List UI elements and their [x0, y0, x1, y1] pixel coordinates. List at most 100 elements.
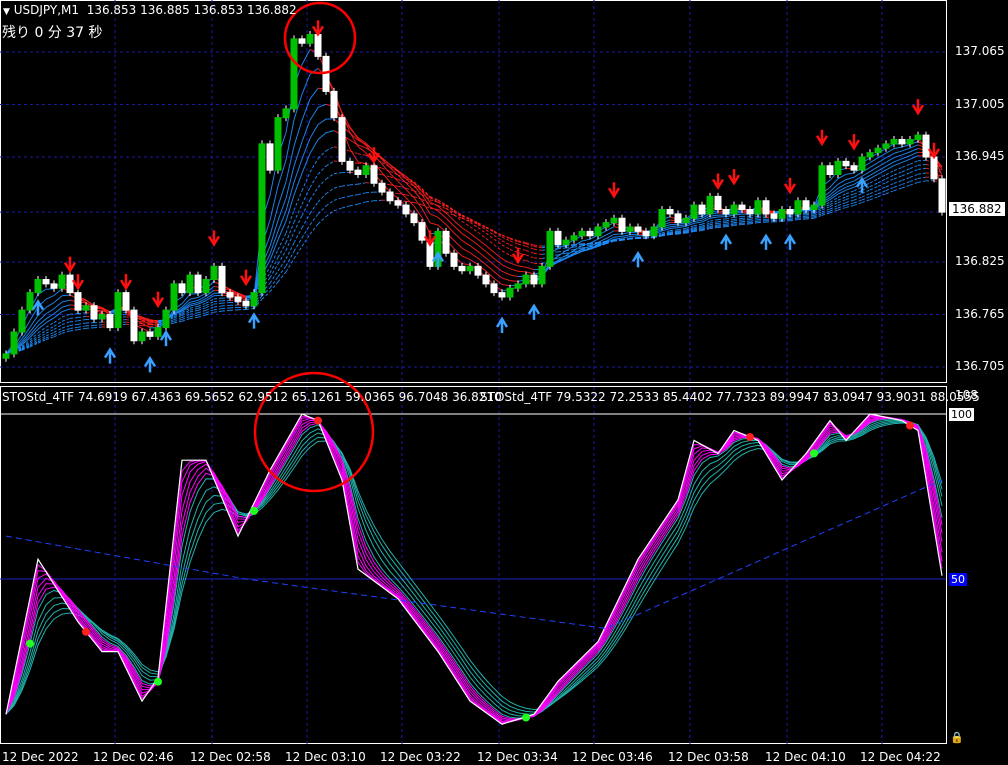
moving-average-segment — [309, 124, 319, 139]
moving-average-segment — [29, 315, 39, 328]
bullish-candle — [818, 165, 826, 206]
bullish-candle — [258, 143, 266, 294]
bullish-candle — [546, 230, 554, 267]
bearish-candle — [826, 165, 834, 175]
moving-average-segment — [333, 185, 343, 189]
moving-average-segment — [61, 330, 71, 334]
moving-average-segment — [461, 233, 471, 240]
moving-average-segment — [293, 204, 303, 223]
bullish-candle — [18, 309, 26, 333]
moving-average-segment — [717, 218, 727, 221]
moving-average-segment — [37, 335, 47, 341]
bullish-candle — [282, 108, 290, 119]
moving-average-segment — [69, 326, 79, 329]
moving-average-segment — [845, 202, 855, 206]
moving-average-segment — [613, 233, 623, 235]
bullish-candle — [594, 226, 602, 237]
bearish-candle — [226, 292, 234, 298]
moving-average-segment — [645, 237, 655, 239]
moving-average-segment — [189, 314, 199, 318]
moving-average-segment — [725, 218, 735, 222]
moving-average-segment — [885, 190, 895, 195]
indicator-legend-1: STOStd_4TF 74.6919 67.4363 69.5652 62.95… — [2, 390, 502, 404]
sell-signal-dot — [314, 416, 322, 425]
moving-average-segment — [901, 147, 911, 152]
bullish-candle — [890, 139, 898, 145]
moving-average-segment — [693, 219, 703, 222]
bullish-candle — [58, 274, 66, 289]
moving-average-segment — [221, 309, 231, 312]
moving-average-segment — [717, 224, 727, 227]
moving-average-segment — [93, 324, 103, 326]
chart-canvas[interactable] — [0, 0, 1008, 765]
bearish-candle — [402, 204, 410, 215]
bearish-candle — [922, 134, 930, 158]
moving-average-segment — [845, 190, 855, 195]
moving-average-segment — [797, 217, 807, 219]
moving-average-segment — [301, 172, 311, 191]
moving-average-segment — [269, 205, 279, 236]
bearish-candle — [498, 292, 506, 298]
moving-average-segment — [525, 250, 535, 254]
moving-average-segment — [845, 176, 855, 181]
moving-average-segment — [301, 213, 311, 229]
buy-arrow-icon — [247, 312, 261, 329]
moving-average-segment — [629, 233, 639, 236]
moving-average-segment — [885, 165, 895, 171]
moving-average-segment — [845, 199, 855, 204]
bearish-candle — [218, 265, 226, 294]
bullish-candle — [794, 200, 802, 215]
bearish-candle — [298, 38, 306, 44]
time-axis-label: 12 Dec 04:10 — [765, 750, 846, 764]
moving-average-segment — [365, 200, 375, 203]
ohlc-values: 136.853 136.885 136.853 136.882 — [86, 3, 297, 17]
moving-average-segment — [37, 322, 47, 330]
bearish-candle — [130, 309, 138, 342]
moving-average-segment — [493, 238, 503, 246]
bearish-candle — [530, 274, 538, 285]
moving-average-segment — [861, 199, 871, 204]
bullish-candle — [914, 134, 922, 140]
moving-average-segment — [741, 218, 751, 221]
buy-arrow-icon — [103, 347, 117, 364]
bullish-candle — [754, 200, 762, 215]
moving-average-segment — [797, 218, 807, 221]
bearish-candle — [354, 169, 362, 175]
bullish-candle — [626, 226, 634, 232]
bearish-candle — [898, 139, 906, 145]
moving-average-segment — [733, 215, 743, 218]
moving-average-segment — [693, 221, 703, 224]
moving-average-segment — [453, 232, 463, 241]
bearish-candle — [66, 274, 74, 294]
sell-arrow-icon — [511, 247, 525, 265]
moving-average-segment — [317, 216, 327, 225]
moving-average-segment — [61, 321, 71, 326]
moving-average-segment — [349, 150, 359, 155]
moving-average-segment — [221, 304, 231, 307]
moving-average-segment — [245, 305, 255, 308]
moving-average-segment — [917, 180, 927, 183]
bullish-candle — [34, 279, 42, 294]
moving-average-segment — [909, 181, 919, 186]
time-axis-label: 12 Dec 03:22 — [380, 750, 461, 764]
moving-average-segment — [309, 158, 319, 173]
lock-icon[interactable]: 🔒 — [950, 731, 964, 744]
bullish-candle — [874, 147, 882, 154]
moving-average-segment — [317, 118, 327, 126]
moving-average-segment — [309, 139, 319, 154]
moving-average-segment — [461, 240, 471, 247]
bearish-candle — [42, 279, 50, 285]
collapse-triangle-icon[interactable]: ▼ — [3, 7, 10, 17]
bearish-candle — [418, 222, 426, 241]
bullish-candle — [506, 287, 514, 298]
bearish-candle — [930, 156, 938, 180]
moving-average-segment — [677, 222, 687, 225]
moving-average-segment — [309, 213, 319, 226]
bearish-candle — [738, 204, 746, 210]
moving-average-segment — [909, 168, 919, 174]
moving-average-segment — [197, 314, 207, 318]
bearish-candle — [442, 230, 450, 254]
moving-average-segment — [861, 193, 871, 198]
bearish-candle — [474, 265, 482, 276]
bearish-candle — [74, 292, 82, 311]
